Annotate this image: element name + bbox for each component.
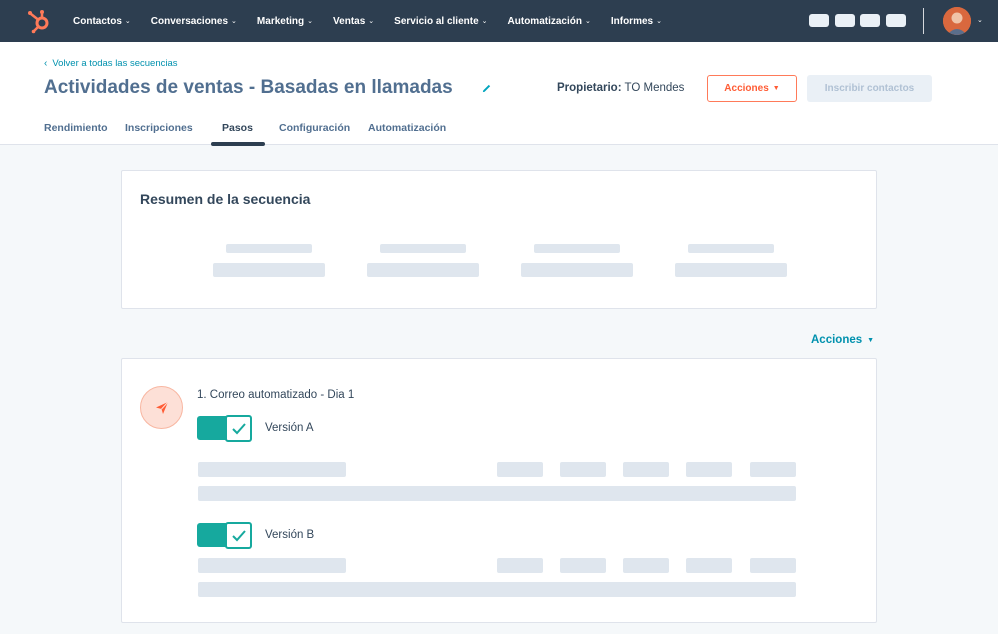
active-tab-indicator <box>211 142 265 146</box>
loading-placeholder <box>560 558 606 573</box>
nav-menu: Contactos ⌄ Conversaciones ⌄ Marketing ⌄ Ve… <box>73 0 682 42</box>
loading-placeholder <box>497 462 543 477</box>
steps-actions-label: Acciones <box>811 334 863 346</box>
nav-item-label: Automatización <box>507 15 582 27</box>
loading-placeholder <box>560 462 606 477</box>
loading-placeholder <box>675 263 787 277</box>
tab-automatizacion[interactable]: Automatización <box>368 122 446 134</box>
toggle-track <box>197 416 227 440</box>
nav-item-servicio[interactable]: Servicio al cliente ⌄ <box>394 16 487 27</box>
hubspot-logo-icon[interactable] <box>26 8 52 34</box>
step-type-badge <box>140 386 183 429</box>
loading-placeholder <box>686 558 732 573</box>
nav-item-label: Contactos <box>73 15 122 27</box>
toggle-checkbox <box>225 415 252 442</box>
chevron-down-icon: ⌄ <box>231 18 237 25</box>
owner-name: TO Mendes <box>624 82 685 94</box>
tab-configuracion[interactable]: Configuración <box>279 122 350 134</box>
back-link-label: Volver a todas las secuencias <box>52 58 178 69</box>
nav-item-informes[interactable]: Informes ⌄ <box>611 16 662 27</box>
step-title: 1. Correo automatizado - Dia 1 <box>197 389 355 401</box>
loading-placeholder <box>623 558 669 573</box>
sequence-summary-card: Resumen de la secuencia <box>121 170 877 309</box>
nav-item-automatizacion[interactable]: Automatización ⌄ <box>508 16 591 27</box>
loading-placeholder <box>367 263 479 277</box>
loading-placeholder <box>198 486 796 501</box>
top-navigation-bar: Contactos ⌄ Conversaciones ⌄ Marketing ⌄ Ve… <box>0 0 998 42</box>
checkmark-icon <box>231 529 246 541</box>
loading-placeholder <box>497 558 543 573</box>
loading-placeholder <box>198 582 796 597</box>
loading-placeholder <box>750 462 796 477</box>
chevron-down-icon: ⌄ <box>481 18 488 25</box>
actions-button[interactable]: Acciones ▼ <box>707 75 797 102</box>
tab-inscripciones[interactable]: Inscripciones <box>125 122 193 134</box>
tab-rendimiento[interactable]: Rendimiento <box>44 122 108 134</box>
chevron-down-icon: ⌄ <box>368 18 375 25</box>
toggle-track <box>197 523 227 547</box>
summary-title: Resumen de la secuencia <box>140 191 311 207</box>
tab-pasos[interactable]: Pasos <box>222 122 253 134</box>
nav-item-label: Marketing <box>256 15 305 27</box>
owner-info: Propietario: TO Mendes <box>557 82 684 94</box>
version-b-toggle[interactable] <box>197 522 255 549</box>
loading-placeholder <box>534 244 620 253</box>
toggle-checkbox <box>225 522 252 549</box>
actions-button-label: Acciones <box>724 83 769 94</box>
chevron-left-icon: ‹ <box>44 58 48 69</box>
caret-down-icon: ▼ <box>772 85 780 92</box>
nav-item-label: Informes <box>610 15 654 27</box>
version-b-label: Versión B <box>265 529 315 541</box>
page-header: ‹ Volver a todas las secuencias Activida… <box>0 42 998 146</box>
sequence-step-card: 1. Correo automatizado - Dia 1 Versión A… <box>121 358 877 623</box>
caret-down-icon: ▼ <box>867 336 875 344</box>
nav-utility-button[interactable] <box>886 14 906 27</box>
loading-placeholder <box>198 462 346 477</box>
nav-utility-button[interactable] <box>809 14 829 27</box>
steps-actions-dropdown[interactable]: Acciones ▼ <box>811 334 874 346</box>
loading-placeholder <box>688 244 774 253</box>
nav-divider <box>923 8 924 34</box>
loading-placeholder <box>521 263 633 277</box>
loading-placeholder <box>380 244 466 253</box>
chevron-down-icon: ⌄ <box>656 18 662 25</box>
nav-item-marketing[interactable]: Marketing ⌄ <box>257 16 313 27</box>
loading-placeholder <box>226 244 312 253</box>
loading-placeholder <box>198 558 346 573</box>
owner-label: Propietario: <box>557 82 622 94</box>
nav-item-contactos[interactable]: Contactos ⌄ <box>73 16 131 27</box>
version-a-label: Versión A <box>265 422 314 434</box>
nav-utility-button[interactable] <box>835 14 855 27</box>
loading-placeholder <box>213 263 325 277</box>
avatar[interactable] <box>943 7 971 35</box>
paper-plane-icon <box>155 401 168 414</box>
page-title: Actividades de ventas - Basadas en llama… <box>44 77 453 98</box>
loading-placeholder <box>750 558 796 573</box>
chevron-down-icon: ⌄ <box>307 18 314 25</box>
chevron-down-icon: ⌄ <box>584 18 591 25</box>
loading-placeholder <box>686 462 732 477</box>
nav-item-conversaciones[interactable]: Conversaciones ⌄ <box>151 16 237 27</box>
chevron-down-icon: ⌄ <box>124 18 131 25</box>
nav-utility-button[interactable] <box>860 14 880 27</box>
pencil-icon[interactable] <box>481 83 492 94</box>
loading-placeholder <box>623 462 669 477</box>
nav-item-label: Conversaciones <box>150 15 229 27</box>
version-a-toggle[interactable] <box>197 415 255 442</box>
chevron-down-icon[interactable]: ⌄ <box>977 16 983 24</box>
nav-item-ventas[interactable]: Ventas ⌄ <box>333 16 374 27</box>
enroll-contacts-button[interactable]: Inscribir contactos <box>807 75 932 102</box>
back-link[interactable]: ‹ Volver a todas las secuencias <box>44 58 178 69</box>
checkmark-icon <box>231 422 246 434</box>
nav-item-label: Ventas <box>333 15 366 27</box>
nav-item-label: Servicio al cliente <box>394 15 479 27</box>
user-avatar-icon <box>943 7 971 35</box>
